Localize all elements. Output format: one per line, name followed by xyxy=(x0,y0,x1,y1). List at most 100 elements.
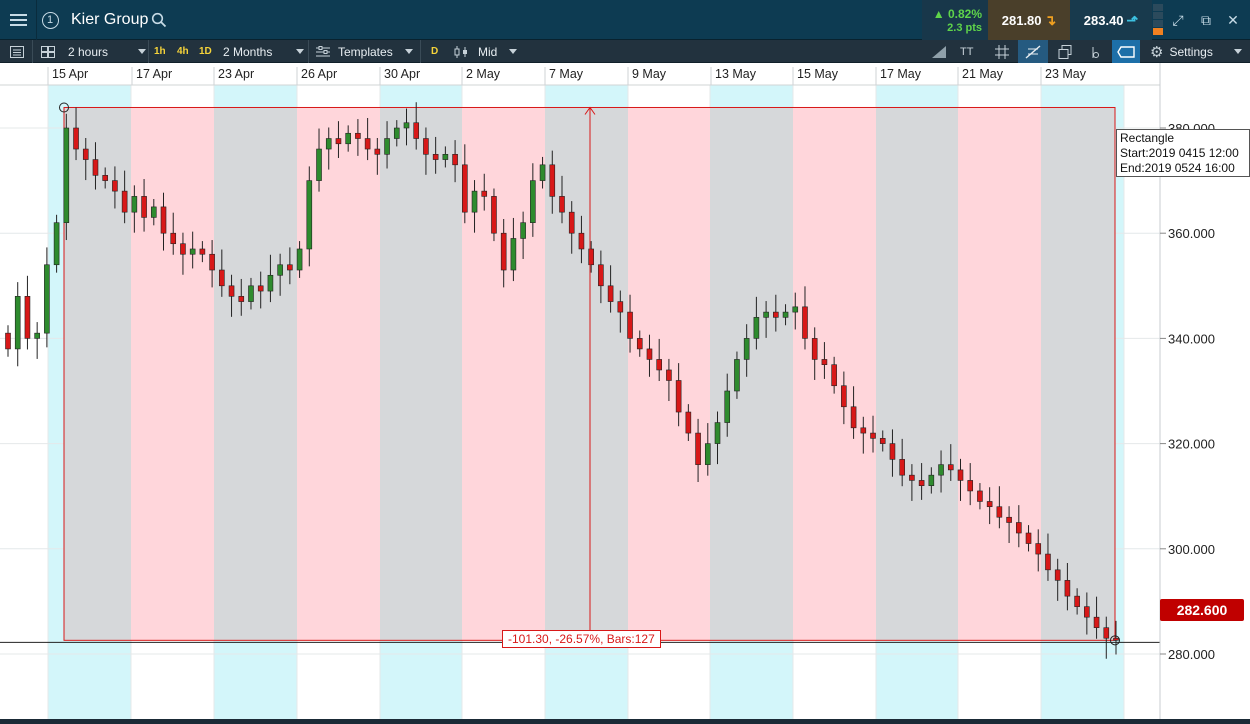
candle-body xyxy=(704,443,711,465)
rectangle-band xyxy=(1041,107,1115,641)
candle-body xyxy=(1064,580,1071,597)
candle-body xyxy=(5,332,11,350)
candle-body xyxy=(685,411,692,434)
candle-body xyxy=(180,243,186,255)
candle-body xyxy=(131,196,138,213)
candle-body xyxy=(870,432,876,439)
layout-grid-icon[interactable] xyxy=(38,40,58,63)
candle-body xyxy=(879,438,886,444)
more-icon[interactable] xyxy=(1234,40,1246,63)
candle-body xyxy=(841,385,847,408)
candle-body xyxy=(627,311,633,339)
x-tick-label: 23 Apr xyxy=(218,67,254,81)
candle-body xyxy=(714,422,721,444)
candle-body xyxy=(909,474,915,481)
drawing-tools-icon[interactable] xyxy=(1018,40,1048,63)
search-icon[interactable] xyxy=(151,12,167,28)
range-select[interactable]: 2 Months xyxy=(223,40,305,63)
candle-body xyxy=(413,122,420,139)
layers-icon[interactable] xyxy=(1054,40,1076,63)
price-type-select[interactable]: Mid xyxy=(454,40,518,63)
candles-icon xyxy=(454,45,467,58)
close-icon[interactable]: ✕ xyxy=(1223,10,1243,30)
chart-toolbar: 2 hours 1h 4h 1D 2 Months Templates D Mi… xyxy=(0,40,1250,63)
candle-body xyxy=(695,432,701,465)
candle-body xyxy=(335,138,342,145)
rectangle-info-tooltip: Rectangle Start:2019 0415 12:00 End:2019… xyxy=(1116,129,1250,177)
popout-icon[interactable]: ⧉ xyxy=(1196,10,1216,30)
price-chart[interactable]: 15 Apr 17 Apr 23 Apr 26 Apr 30 Apr 2 May 7 May… xyxy=(0,63,1250,719)
alert-tool-icon[interactable] xyxy=(1086,40,1106,63)
candle-body xyxy=(928,474,935,486)
candle-body xyxy=(1084,606,1090,618)
x-tick-label: 15 Apr xyxy=(52,67,88,81)
candle-body xyxy=(442,154,449,160)
d-badge[interactable]: D xyxy=(431,40,438,63)
candle-body xyxy=(121,190,128,213)
chart-canvas[interactable]: 15 Apr 17 Apr 23 Apr 26 Apr 30 Apr 2 May 7 May… xyxy=(0,63,1250,719)
candle-body xyxy=(24,296,31,339)
candle-body xyxy=(520,222,526,239)
x-tick-label: 9 May xyxy=(632,67,667,81)
x-tick-label: 23 May xyxy=(1045,67,1087,81)
interval-1d-button[interactable]: 1D xyxy=(199,40,212,63)
candle-body xyxy=(646,348,653,360)
interval-1h-button[interactable]: 1h xyxy=(154,40,166,63)
candle-body xyxy=(209,253,215,271)
x-tick-label: 30 Apr xyxy=(384,67,420,81)
candle-body xyxy=(559,196,565,213)
trendline-tool-icon[interactable] xyxy=(927,40,951,63)
candle-body xyxy=(1035,543,1042,555)
candle-body xyxy=(782,311,789,318)
candle-body xyxy=(462,164,468,213)
candle-body xyxy=(384,138,390,155)
candle-body xyxy=(860,427,867,434)
candle-body xyxy=(821,359,828,366)
candle-body xyxy=(549,164,556,197)
list-icon[interactable] xyxy=(6,40,28,63)
rectangle-title: Rectangle xyxy=(1120,131,1175,145)
candle-body xyxy=(598,264,604,287)
buy-arrow-icon: ⬏ xyxy=(1126,11,1139,28)
measure-label: -101.30, -26.57%, Bars:127 xyxy=(502,630,661,648)
candle-body xyxy=(73,127,79,150)
interval-4h-button[interactable]: 4h xyxy=(177,40,189,63)
rectangle-tool-icon[interactable] xyxy=(1112,40,1140,63)
candle-body xyxy=(238,296,245,302)
workspace-number-button[interactable]: 1 xyxy=(37,0,63,40)
x-tick-label: 13 May xyxy=(715,67,757,81)
candle-body xyxy=(578,232,585,250)
buy-price: 283.40 xyxy=(1083,12,1124,28)
candle-body xyxy=(355,132,361,139)
app-header: 1 Kier Group ▲ 0.82% 2.3 pts 281.80 ↴ 28… xyxy=(0,0,1250,40)
chevron-down-icon xyxy=(509,49,518,54)
candle-body xyxy=(530,180,536,223)
hamburger-menu-icon[interactable] xyxy=(0,0,37,40)
templates-select[interactable]: Templates xyxy=(316,40,413,63)
rectangle-end: End:2019 0524 16:00 xyxy=(1120,161,1235,175)
change-percent: ▲ 0.82% xyxy=(932,7,982,21)
candle-body xyxy=(423,138,429,155)
candle-body xyxy=(82,148,89,160)
candle-body xyxy=(219,269,225,287)
candle-body xyxy=(743,338,750,360)
text-tool-icon[interactable]: TT xyxy=(960,40,973,63)
buy-price-button[interactable]: 283.40 ⬏ xyxy=(1070,0,1152,40)
candle-body xyxy=(150,206,157,218)
settings-button[interactable]: ⚙ Settings xyxy=(1150,40,1213,63)
candle-body xyxy=(675,380,682,413)
interval-select[interactable]: 2 hours xyxy=(68,40,147,63)
sell-price-button[interactable]: 281.80 ↴ xyxy=(988,0,1070,40)
grid-icon[interactable] xyxy=(990,40,1014,63)
candle-body xyxy=(393,127,400,139)
candle-body xyxy=(92,159,99,176)
instrument-title: Kier Group xyxy=(71,11,149,28)
sell-arrow-icon: ↴ xyxy=(1044,11,1057,28)
rectangle-band xyxy=(214,107,297,641)
x-tick-label: 15 May xyxy=(797,67,839,81)
rectangle-start: Start:2019 0415 12:00 xyxy=(1120,146,1239,160)
y-tick-label: 340.000 xyxy=(1168,331,1215,346)
candle-body xyxy=(1103,627,1110,639)
expand-icon[interactable]: ⤢ xyxy=(1168,10,1188,30)
candle-body xyxy=(452,154,458,166)
